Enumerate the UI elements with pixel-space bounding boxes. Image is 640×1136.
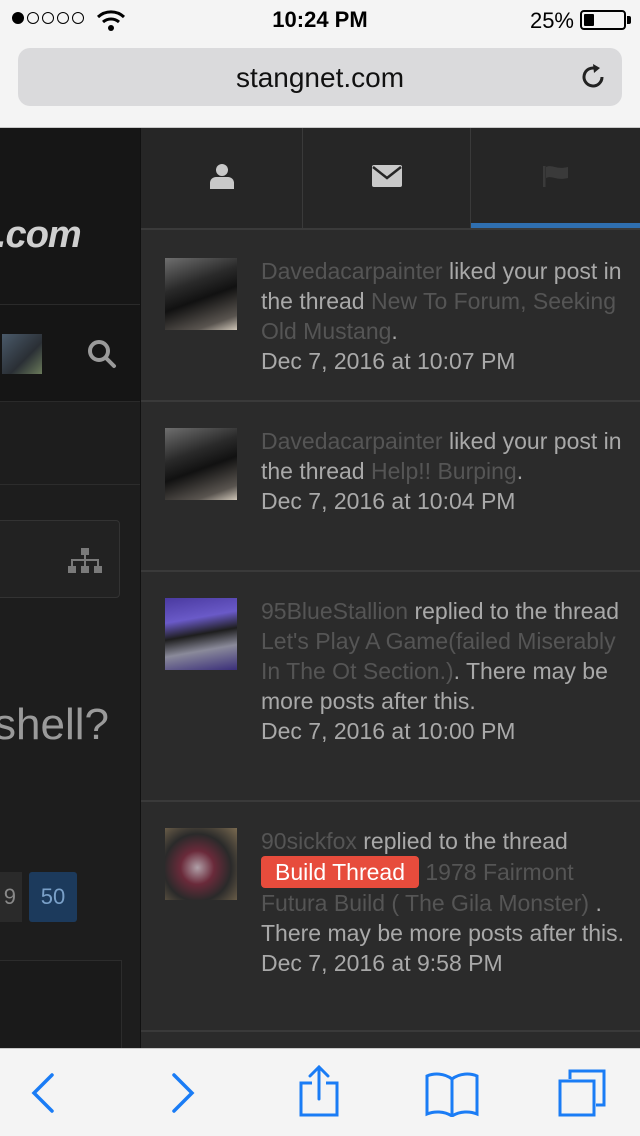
alert-timestamp: Dec 7, 2016 at 10:07 PM <box>261 348 516 374</box>
avatar[interactable] <box>165 428 237 500</box>
active-tab-indicator <box>471 223 640 228</box>
tabs-icon <box>558 1069 606 1117</box>
tab-inbox[interactable] <box>303 128 471 228</box>
address-bar-area: stangnet.com <box>0 40 640 128</box>
alert-item[interactable]: Davedacarpainter liked your post in the … <box>141 232 640 402</box>
alert-item[interactable]: 95BlueStallion replied to the thread Let… <box>141 572 640 802</box>
alert-text: Davedacarpainter liked your post in the … <box>261 256 631 376</box>
status-bar: 10:24 PM 25% <box>0 0 640 40</box>
chevron-left-icon <box>31 1073 54 1113</box>
alert-username[interactable]: 90sickfox <box>261 828 357 854</box>
flag-icon <box>542 165 570 192</box>
panel-tabs <box>141 128 640 230</box>
site-header: .com <box>0 128 140 304</box>
divider <box>0 484 140 492</box>
alert-text: 90sickfox replied to the thread Build Th… <box>261 826 631 978</box>
pagination-prev-page[interactable]: 9 <box>0 872 22 922</box>
alert-suffix: . <box>516 458 524 484</box>
thread-prefix-badge: Build Thread <box>261 856 419 888</box>
alert-item[interactable]: 90sickfox replied to the thread Build Th… <box>141 802 640 1032</box>
share-button[interactable] <box>298 1064 340 1122</box>
chevron-right-icon <box>172 1073 195 1113</box>
share-icon <box>299 1064 339 1117</box>
alert-suffix: . <box>391 318 398 344</box>
envelope-icon <box>371 164 402 192</box>
alert-text: 95BlueStallion replied to the thread Let… <box>261 596 631 746</box>
book-icon <box>425 1072 479 1118</box>
avatar[interactable] <box>2 334 42 374</box>
alert-username[interactable]: 95BlueStallion <box>261 598 408 624</box>
alert-username[interactable]: Davedacarpainter <box>261 258 443 284</box>
alerts-panel: Davedacarpainter liked your post in the … <box>140 128 640 1048</box>
url-text: stangnet.com <box>235 62 405 93</box>
pagination-current-page[interactable]: 50 <box>29 872 77 922</box>
search-icon[interactable] <box>86 338 118 375</box>
address-bar[interactable]: stangnet.com <box>18 48 622 106</box>
alert-timestamp: Dec 7, 2016 at 9:58 PM <box>261 950 503 976</box>
alert-timestamp: Dec 7, 2016 at 10:00 PM <box>261 718 516 744</box>
battery-icon <box>580 10 626 30</box>
browser-toolbar <box>0 1048 640 1136</box>
breadcrumb[interactable] <box>0 520 120 598</box>
alert-username[interactable]: Davedacarpainter <box>261 428 443 454</box>
alert-text: Davedacarpainter liked your post in the … <box>261 426 631 516</box>
screen: 10:24 PM 25% stangnet.com .com shell? 9 … <box>0 0 640 1136</box>
sitemap-icon[interactable] <box>68 548 102 579</box>
bookmarks-button[interactable] <box>424 1071 480 1122</box>
site-logo[interactable]: .com <box>0 214 82 257</box>
tab-alerts[interactable] <box>471 128 640 228</box>
tabs-button[interactable] <box>558 1069 608 1124</box>
tab-profile[interactable] <box>141 128 303 228</box>
alert-item[interactable]: Davedacarpainter liked your post in the … <box>141 402 640 572</box>
alert-thread-link[interactable]: Help!! Burping <box>371 458 517 484</box>
alert-action: replied to the thread <box>356 828 568 854</box>
alert-action: replied to the thread <box>408 598 620 624</box>
avatar[interactable] <box>165 258 237 330</box>
page-title-line2: shell? <box>0 700 109 749</box>
reload-icon[interactable] <box>578 62 608 97</box>
post-container <box>0 960 122 1048</box>
alert-timestamp: Dec 7, 2016 at 10:04 PM <box>261 488 516 514</box>
forward-button[interactable] <box>170 1071 196 1120</box>
user-icon <box>209 163 234 194</box>
battery-percentage: 25% <box>529 8 574 33</box>
avatar[interactable] <box>165 598 237 670</box>
avatar[interactable] <box>165 828 237 900</box>
back-button[interactable] <box>30 1071 56 1120</box>
background-page: .com o shell? 9 50 <box>0 128 140 1048</box>
